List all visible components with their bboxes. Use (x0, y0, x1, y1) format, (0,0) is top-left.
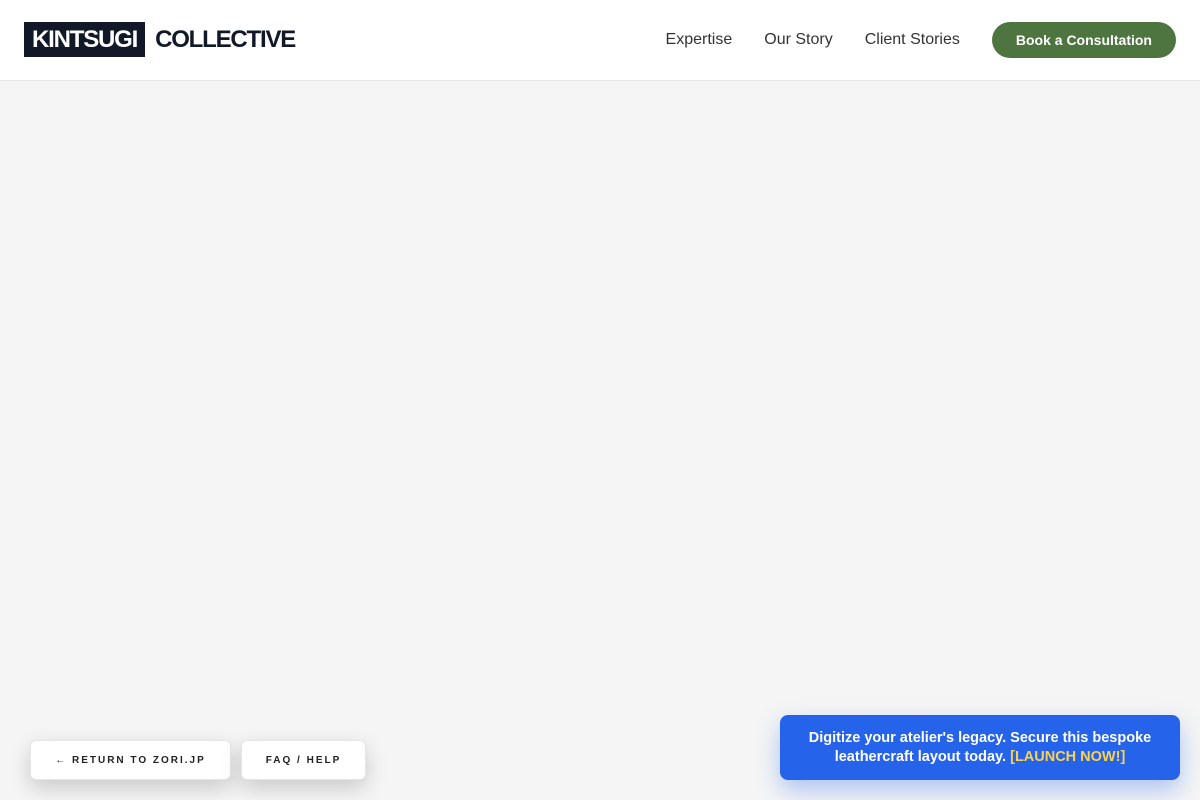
logo-text: COLLECTIVE (155, 26, 296, 53)
main-nav: Expertise Our Story Client Stories Book … (666, 22, 1176, 58)
promo-message: Digitize your atelier's legacy. Secure t… (804, 729, 1156, 767)
site-logo[interactable]: KINTSUGI COLLECTIVE (24, 22, 296, 57)
nav-link-client-stories[interactable]: Client Stories (865, 22, 960, 58)
promo-banner: Digitize your atelier's legacy. Secure t… (780, 715, 1180, 780)
nav-link-our-story[interactable]: Our Story (764, 22, 832, 58)
return-to-site-button[interactable]: ← RETURN TO ZORI.JP (30, 740, 231, 780)
faq-help-button[interactable]: FAQ / HELP (241, 740, 366, 780)
book-consultation-button[interactable]: Book a Consultation (991, 22, 1176, 58)
site-header: KINTSUGI COLLECTIVE Expertise Our Story … (0, 0, 1200, 81)
logo-highlight: KINTSUGI (24, 22, 146, 57)
nav-link-expertise[interactable]: Expertise (666, 22, 733, 58)
launch-now-link[interactable]: [LAUNCH NOW!] (1010, 749, 1125, 765)
